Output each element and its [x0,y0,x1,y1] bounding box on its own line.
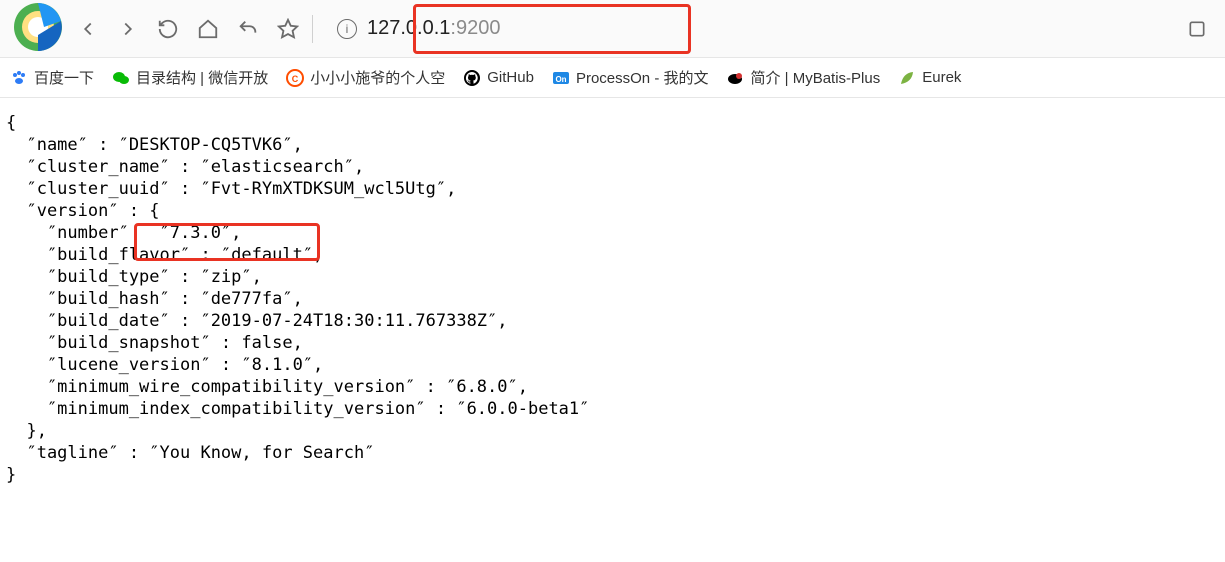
leaf-icon [898,69,916,87]
github-icon [463,69,481,87]
bookmark-mybatis[interactable]: 简介 | MyBatis-Plus [726,67,880,88]
browser-logo-icon [8,0,64,53]
bookmark-label: 简介 | MyBatis-Plus [750,67,880,88]
address-host: 127.0.0.1 [367,17,450,40]
address-bar[interactable]: i 127.0.0.1:9200 [327,10,1173,48]
bookmarks-bar: 百度一下 目录结构 | 微信开放 C 小小小施爷的个人空 GitHub On P… [0,58,1225,98]
bookmark-csdn[interactable]: C 小小小施爷的个人空 [286,67,445,88]
paw-icon [10,69,28,87]
svg-text:C: C [292,74,299,84]
wechat-icon [112,69,130,87]
bookmark-label: Eurek [922,69,961,86]
reload-button[interactable] [152,13,184,45]
bookmark-label: 小小小施爷的个人空 [310,67,445,88]
home-button[interactable] [192,13,224,45]
bookmark-wechat[interactable]: 目录结构 | 微信开放 [112,67,268,88]
forward-button[interactable] [112,13,144,45]
bookmark-label: GitHub [487,69,534,86]
bird-icon [726,69,744,87]
site-info-icon[interactable]: i [337,19,357,39]
address-port: :9200 [450,17,500,40]
bookmark-label: ProcessOn - 我的文 [576,67,709,88]
json-response: { ″name″ : ″DESKTOP-CQ5TVK6″, ″cluster_n… [0,98,1225,500]
svg-text:On: On [555,75,566,84]
processon-icon: On [552,69,570,87]
csdn-icon: C [286,69,304,87]
bookmark-github[interactable]: GitHub [463,69,534,87]
extension-icon[interactable] [1181,13,1213,45]
bookmark-label: 目录结构 | 微信开放 [136,67,268,88]
bookmark-baidu[interactable]: 百度一下 [10,67,94,88]
bookmark-eureka[interactable]: Eurek [898,69,961,87]
toolbar-divider [312,15,313,43]
bookmark-processon[interactable]: On ProcessOn - 我的文 [552,67,709,88]
favorite-button[interactable] [272,13,304,45]
toolbar-right-icons [1181,13,1217,45]
undo-button[interactable] [232,13,264,45]
back-button[interactable] [72,13,104,45]
browser-toolbar: i 127.0.0.1:9200 [0,0,1225,58]
bookmark-label: 百度一下 [34,67,94,88]
